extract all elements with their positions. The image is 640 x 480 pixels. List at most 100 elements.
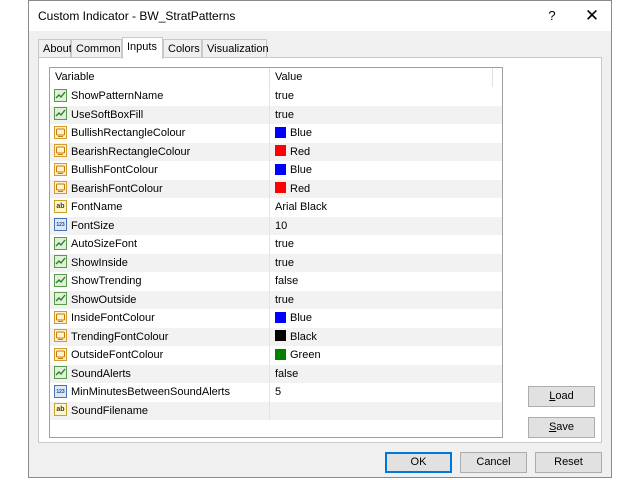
header-spacer	[492, 68, 502, 87]
value-cell[interactable]: false	[270, 365, 492, 384]
variable-cell[interactable]: ShowOutside	[50, 290, 270, 309]
table-row[interactable]: ShowPatternName true	[50, 87, 502, 106]
color-swatch	[275, 311, 286, 323]
value-text: 5	[275, 386, 282, 398]
tab-inputs[interactable]: Inputs	[122, 37, 163, 59]
table-row[interactable]: 123 FontSize 10	[50, 216, 502, 236]
grid-rows: ShowPatternName true UseSoftBoxFill true Bul…	[50, 87, 502, 420]
value-cell[interactable]: Black	[270, 328, 492, 347]
value-cell[interactable]: true	[270, 87, 492, 106]
value-cell[interactable]: true	[270, 254, 492, 273]
table-row[interactable]: TrendingFontColour Black	[50, 327, 502, 347]
value-cell[interactable]: false	[270, 272, 492, 291]
color-icon	[54, 310, 67, 324]
color-icon	[54, 144, 67, 158]
inputs-grid[interactable]: Variable Value ShowPatternName true UseSof…	[49, 67, 503, 438]
color-swatch	[275, 182, 286, 194]
save-button[interactable]: Save	[528, 417, 595, 438]
table-row[interactable]: BullishRectangleColour Blue	[50, 124, 502, 143]
color-swatch	[275, 330, 286, 342]
variable-name: TrendingFontColour	[71, 330, 169, 343]
ok-button[interactable]: OK	[385, 452, 452, 473]
tab-colors[interactable]: Colors	[163, 39, 202, 58]
variable-name: AutoSizeFont	[71, 238, 138, 250]
value-cell[interactable]: Blue	[270, 309, 492, 328]
tab-visualization[interactable]: Visualization	[202, 39, 269, 58]
value-text: true	[275, 90, 294, 102]
value-cell[interactable]: true	[270, 291, 492, 310]
value-cell[interactable]: 5	[270, 383, 492, 402]
value-cell[interactable]: Blue	[270, 124, 492, 143]
value-cell[interactable]: Red	[270, 180, 492, 199]
bool-icon	[54, 236, 67, 250]
variable-cell[interactable]: BullishRectangleColour	[50, 124, 270, 143]
cancel-button[interactable]: Cancel	[460, 452, 527, 473]
close-button[interactable]: ✕	[577, 3, 607, 29]
variable-cell[interactable]: OutsideFontColour	[50, 346, 270, 365]
value-cell[interactable]: Blue	[270, 161, 492, 180]
table-row[interactable]: OutsideFontColour Green	[50, 346, 502, 365]
variable-name: BearishRectangleColour	[71, 145, 191, 158]
reset-button[interactable]: Reset	[535, 452, 602, 473]
variable-cell[interactable]: 123 FontSize	[50, 216, 270, 235]
variable-cell[interactable]: InsideFontColour	[50, 309, 270, 328]
variable-cell[interactable]: ShowInside	[50, 253, 270, 272]
variable-cell[interactable]: ab FontName	[50, 198, 270, 217]
bool-icon	[54, 88, 67, 102]
value-cell[interactable]: true	[270, 106, 492, 125]
value-cell[interactable]: 10	[270, 217, 492, 236]
table-row[interactable]: ab FontName Arial Black	[50, 198, 502, 217]
variable-cell[interactable]: AutoSizeFont	[50, 235, 270, 254]
table-row[interactable]: BullishFontColour Blue	[50, 161, 502, 180]
value-cell[interactable]: Red	[270, 143, 492, 162]
value-text: true	[275, 238, 294, 250]
variable-cell[interactable]: 123 MinMinutesBetweenSoundAlerts	[50, 383, 270, 402]
table-row[interactable]: ab SoundFilename	[50, 401, 502, 421]
table-row[interactable]: BearishFontColour Red	[50, 179, 502, 199]
variable-cell[interactable]: SoundAlerts	[50, 364, 270, 383]
variable-name: OutsideFontColour	[71, 349, 164, 361]
table-row[interactable]: ShowInside true	[50, 253, 502, 273]
bool-icon	[54, 366, 67, 380]
help-button[interactable]: ?	[537, 3, 567, 29]
value-cell[interactable]: true	[270, 235, 492, 254]
variable-cell[interactable]: BullishFontColour	[50, 161, 270, 180]
value-cell[interactable]: Arial Black	[270, 198, 492, 217]
table-row[interactable]: 123 MinMinutesBetweenSoundAlerts 5	[50, 383, 502, 402]
value-text: false	[275, 275, 299, 287]
int-icon: 123	[54, 384, 67, 398]
variable-name: InsideFontColour	[71, 312, 155, 324]
table-row[interactable]: AutoSizeFont true	[50, 235, 502, 254]
variable-cell[interactable]: UseSoftBoxFill	[50, 105, 270, 124]
value-cell[interactable]: Green	[270, 346, 492, 365]
color-icon	[54, 162, 67, 176]
variable-name: ShowInside	[71, 256, 128, 269]
value-text: Blue	[290, 127, 313, 139]
table-row[interactable]: BearishRectangleColour Red	[50, 142, 502, 162]
table-row[interactable]: ShowOutside true	[50, 290, 502, 310]
tab-common[interactable]: Common	[71, 39, 122, 58]
tab-about[interactable]: About	[38, 39, 72, 58]
variable-cell[interactable]: TrendingFontColour	[50, 327, 270, 346]
color-icon	[54, 181, 67, 195]
header-value[interactable]: Value	[270, 68, 492, 87]
header-variable[interactable]: Variable	[50, 68, 270, 87]
variable-cell[interactable]: BearishFontColour	[50, 179, 270, 198]
load-button[interactable]: Load	[528, 386, 595, 407]
table-row[interactable]: SoundAlerts false	[50, 364, 502, 384]
string-icon: ab	[54, 403, 67, 417]
variable-cell[interactable]: BearishRectangleColour	[50, 142, 270, 161]
variable-cell[interactable]: ab SoundFilename	[50, 401, 270, 420]
variable-cell[interactable]: ShowPatternName	[50, 87, 270, 106]
variable-cell[interactable]: ShowTrending	[50, 272, 270, 291]
color-swatch	[275, 145, 286, 157]
table-row[interactable]: ShowTrending false	[50, 272, 502, 291]
variable-name: FontName	[71, 201, 123, 213]
table-row[interactable]: UseSoftBoxFill true	[50, 105, 502, 125]
grid-header: Variable Value	[50, 68, 502, 87]
variable-name: BearishFontColour	[71, 182, 163, 195]
color-swatch	[275, 163, 286, 175]
value-cell[interactable]	[270, 402, 492, 421]
value-text: true	[275, 108, 294, 121]
table-row[interactable]: InsideFontColour Blue	[50, 309, 502, 328]
